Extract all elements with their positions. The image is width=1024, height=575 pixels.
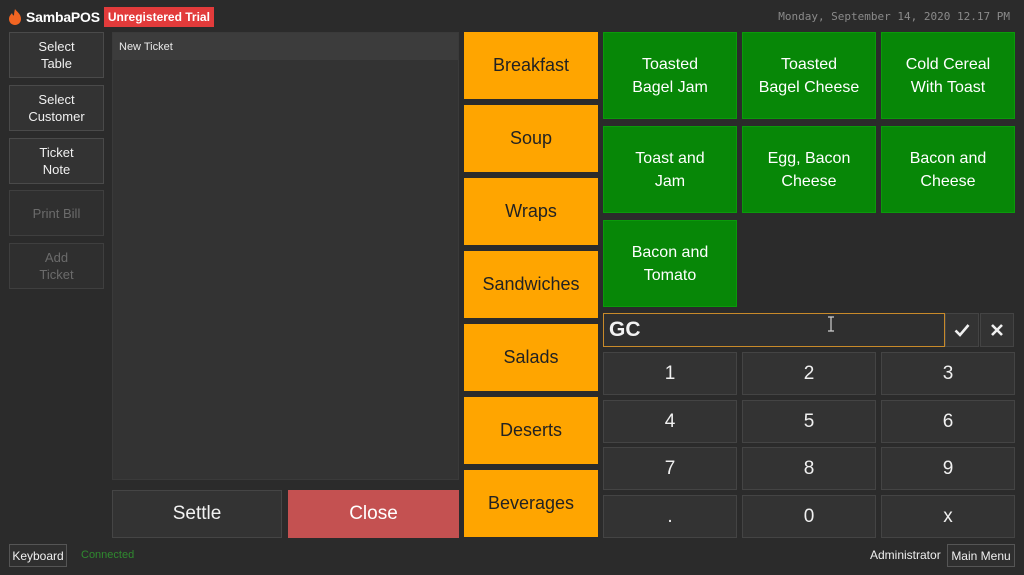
menu-item-toasted-bagel-jam[interactable]: Toasted Bagel Jam <box>603 32 737 119</box>
ticket-title: New Ticket <box>113 33 458 60</box>
numpad-key-9[interactable]: 9 <box>881 447 1015 490</box>
category-soup[interactable]: Soup <box>464 105 598 172</box>
menu-item-toasted-bagel-cheese[interactable]: Toasted Bagel Cheese <box>742 32 876 119</box>
numpad-key-2[interactable]: 2 <box>742 352 876 395</box>
current-user: Administrator <box>870 548 941 562</box>
category-salads[interactable]: Salads <box>464 324 598 391</box>
print-bill-button[interactable]: Print Bill <box>9 190 104 236</box>
menu-item-cold-cereal-with-toast[interactable]: Cold Cereal With Toast <box>881 32 1015 119</box>
category-wraps[interactable]: Wraps <box>464 178 598 245</box>
menu-item-egg-bacon-cheese[interactable]: Egg, Bacon Cheese <box>742 126 876 213</box>
close-button[interactable]: Close <box>288 490 459 538</box>
flame-logo-icon <box>9 9 21 25</box>
numpad-key-1[interactable]: 1 <box>603 352 737 395</box>
logo-text: SambaPOS <box>26 9 100 25</box>
ticket-panel: New Ticket <box>112 32 459 480</box>
keyboard-button[interactable]: Keyboard <box>9 544 67 567</box>
numpad-key-multiply[interactable]: x <box>881 495 1015 538</box>
menu-item-toast-and-jam[interactable]: Toast and Jam <box>603 126 737 213</box>
settle-button[interactable]: Settle <box>112 490 282 538</box>
category-beverages[interactable]: Beverages <box>464 470 598 537</box>
numpad-key-5[interactable]: 5 <box>742 400 876 443</box>
clear-button[interactable] <box>980 313 1014 347</box>
numpad-key-0[interactable]: 0 <box>742 495 876 538</box>
ticket-note-button[interactable]: Ticket Note <box>9 138 104 184</box>
numpad-key-6[interactable]: 6 <box>881 400 1015 443</box>
connection-status: Connected <box>81 549 135 561</box>
menu-item-bacon-and-cheese[interactable]: Bacon and Cheese <box>881 126 1015 213</box>
numpad-input[interactable]: GC <box>603 313 945 347</box>
trial-badge: Unregistered Trial <box>103 7 214 27</box>
text-cursor-icon <box>828 316 834 332</box>
select-customer-button[interactable]: Select Customer <box>9 85 104 131</box>
numpad-key-7[interactable]: 7 <box>603 447 737 490</box>
numpad-key-8[interactable]: 8 <box>742 447 876 490</box>
app-logo: SambaPOS Unregistered Trial <box>8 6 214 28</box>
menu-item-bacon-and-tomato[interactable]: Bacon and Tomato <box>603 220 737 307</box>
numpad-key-3[interactable]: 3 <box>881 352 1015 395</box>
add-ticket-button[interactable]: Add Ticket <box>9 243 104 289</box>
select-table-button[interactable]: Select Table <box>9 32 104 78</box>
check-icon <box>954 324 970 337</box>
numpad-key-decimal[interactable]: . <box>603 495 737 538</box>
category-sandwiches[interactable]: Sandwiches <box>464 251 598 318</box>
close-icon <box>991 324 1003 336</box>
category-breakfast[interactable]: Breakfast <box>464 32 598 99</box>
confirm-button[interactable] <box>945 313 979 347</box>
numpad-key-4[interactable]: 4 <box>603 400 737 443</box>
category-deserts[interactable]: Deserts <box>464 397 598 464</box>
main-menu-button[interactable]: Main Menu <box>947 544 1015 567</box>
datetime-display: Monday, September 14, 2020 12.17 PM <box>778 10 1010 23</box>
